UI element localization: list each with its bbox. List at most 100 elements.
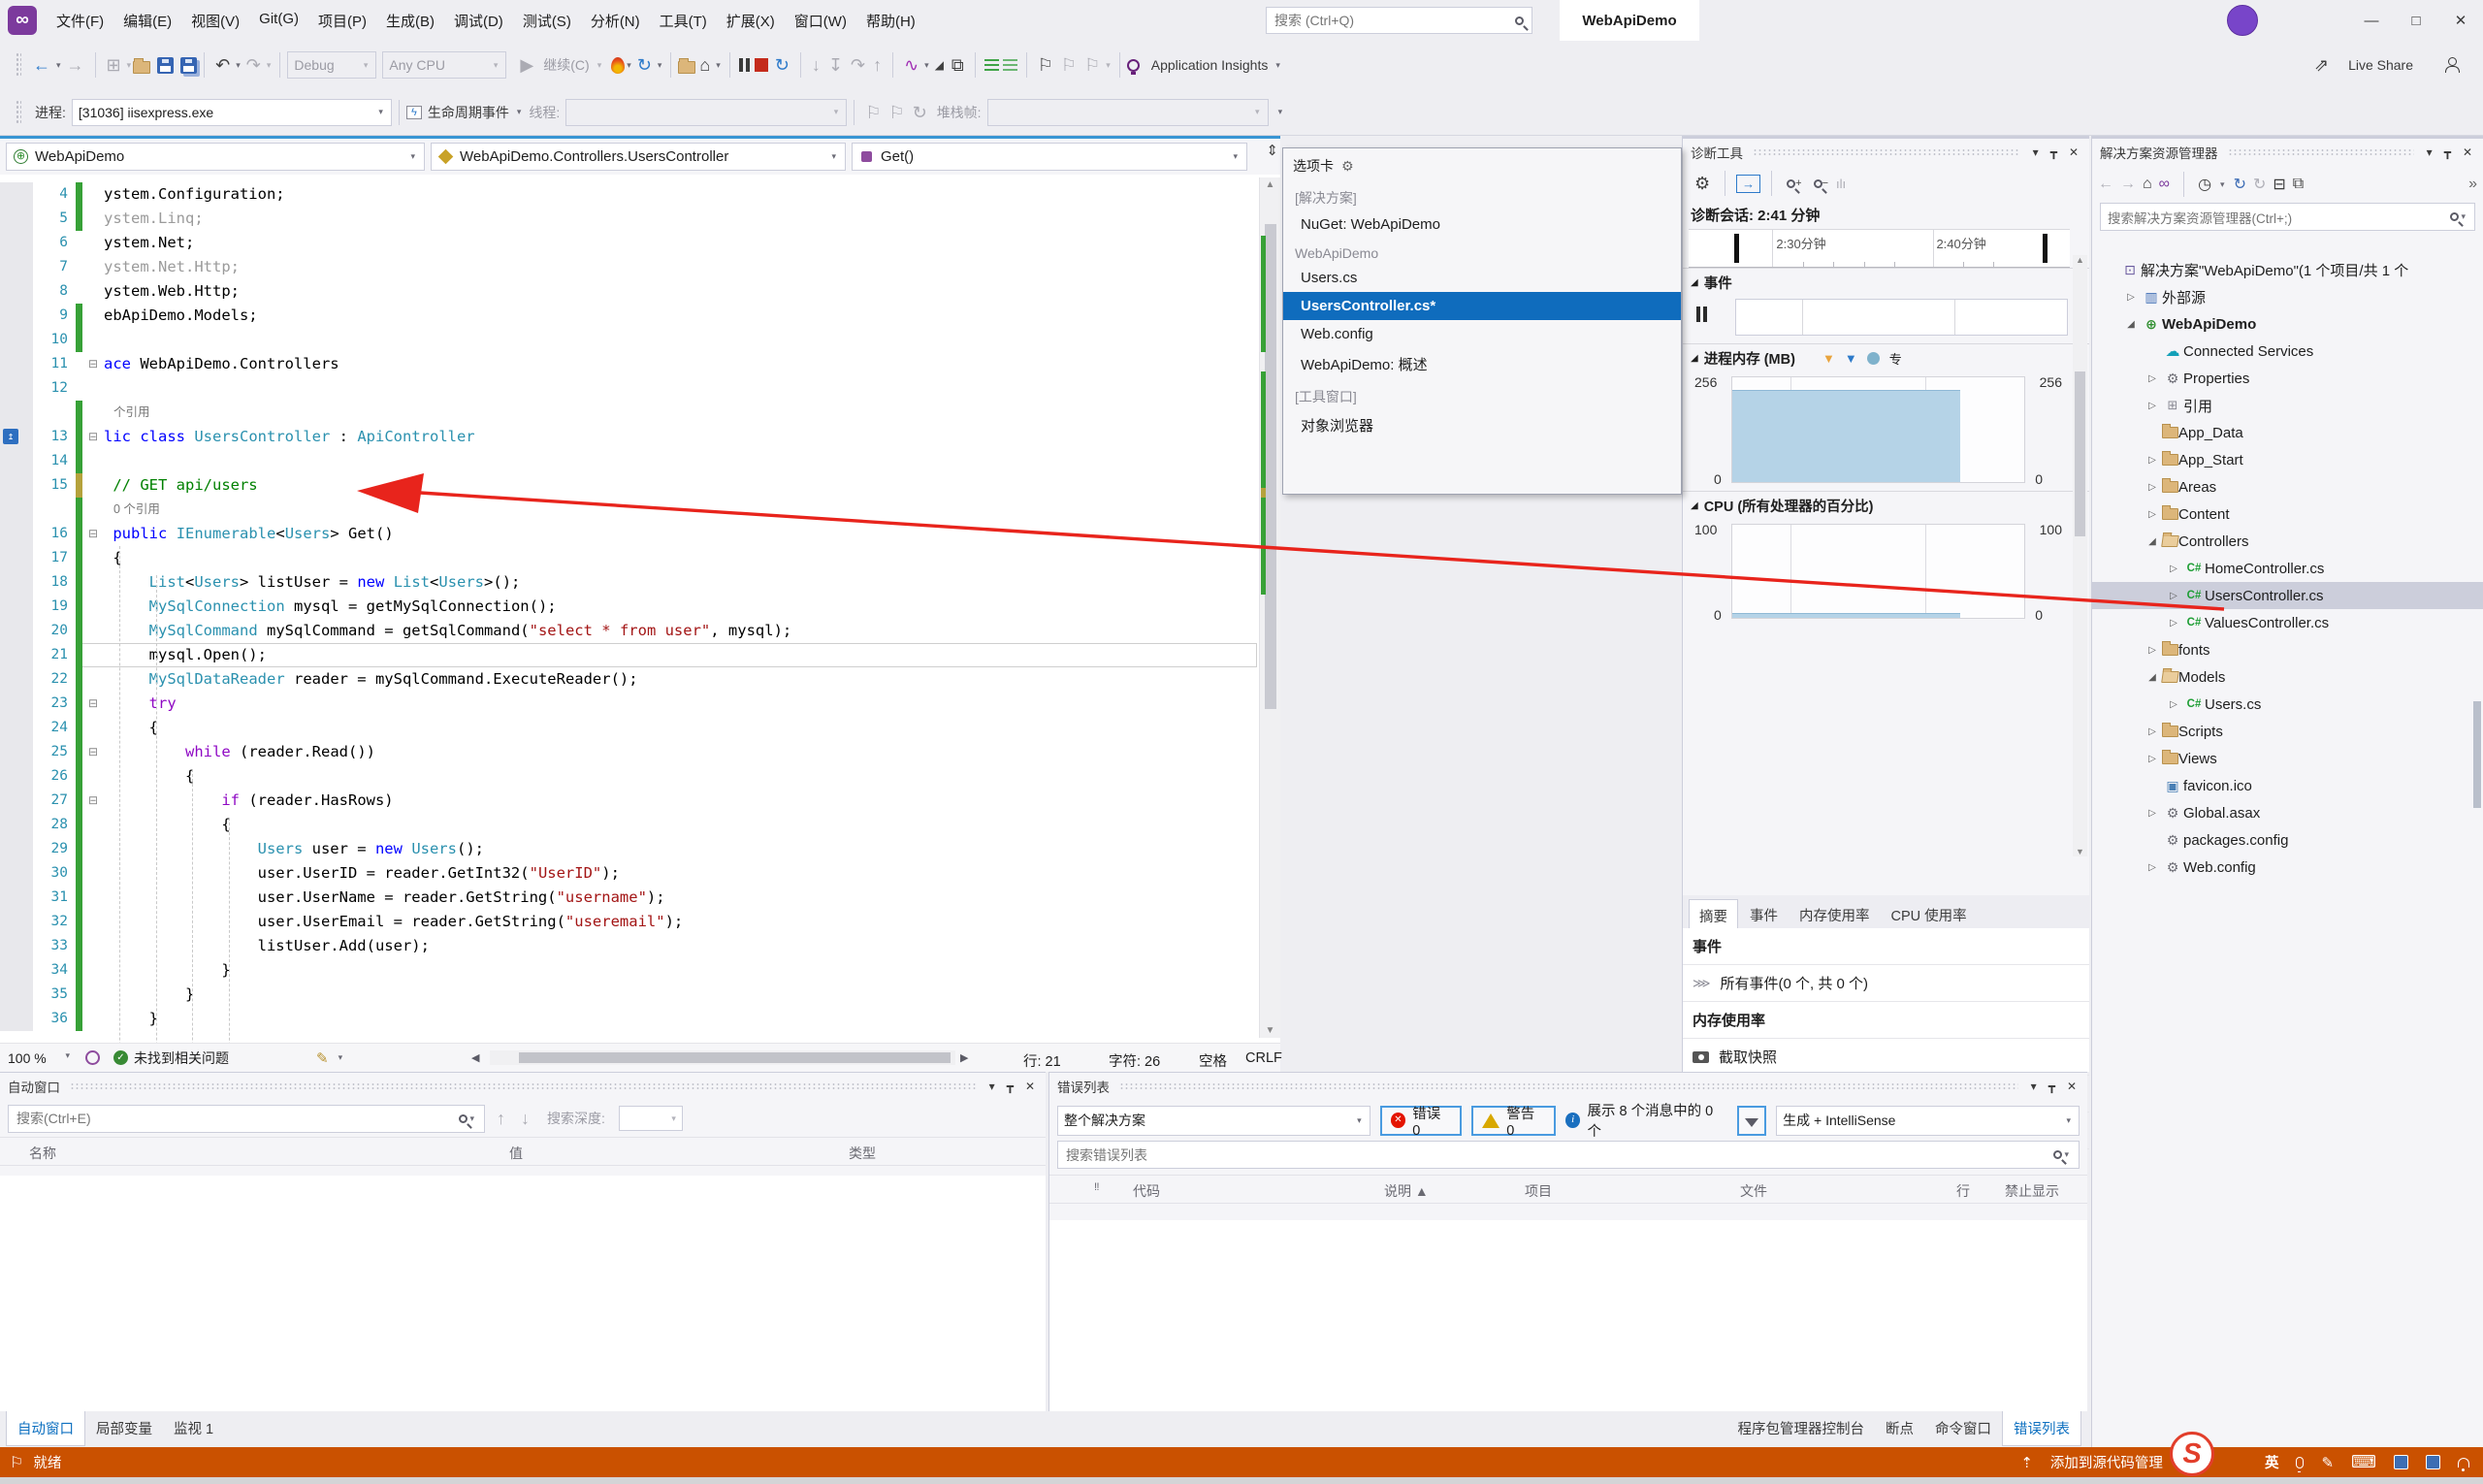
code-area[interactable]: 4ystem.Configuration;5ystem.Linq;6ystem.… [0,182,1257,1038]
tool-window-tab[interactable]: 错误列表 [2002,1411,2081,1446]
breakpoint-margin[interactable] [0,667,33,692]
tree-item[interactable]: ◢⊕WebApiDemo [2092,310,2483,338]
tray-app-icon[interactable] [2426,1455,2440,1469]
tray-app-icon[interactable] [2394,1455,2408,1469]
close-icon[interactable]: ✕ [2066,145,2081,159]
tree-item[interactable]: ▷Scripts [2092,718,2483,745]
tree-item[interactable]: ▷C#Users.cs [2092,691,2483,718]
step-over-button[interactable]: ↧ [824,53,847,77]
document-health-icon[interactable] [85,1050,100,1065]
prev-bookmark-icon[interactable]: ⚐ [1057,53,1080,77]
autos-search-input[interactable]: 搜索(Ctrl+E) ▾ [8,1105,485,1133]
line-content[interactable]: MySqlDataReader reader = mySqlCommand.Ex… [76,667,1257,692]
panel-drag-handle[interactable] [70,1082,977,1090]
expander-icon[interactable]: ▷ [2143,482,2162,493]
breakpoint-margin[interactable] [0,958,33,983]
breakpoint-margin[interactable] [0,740,33,764]
breakpoint-margin[interactable] [0,910,33,934]
line-content[interactable]: { [76,764,1257,789]
breakpoint-margin[interactable]: ↥ [0,425,33,449]
breakpoint-margin[interactable] [0,498,33,522]
warnings-toggle-button[interactable]: 警告 0 [1471,1106,1556,1136]
add-to-source-control[interactable]: 添加到源代码管理 [2050,1452,2163,1472]
fold-marker[interactable]: ⊟ [82,692,104,716]
line-content[interactable]: user.UserName = reader.GetString("userna… [76,886,1257,910]
pin-icon[interactable]: ┳ [1004,1080,1016,1093]
line-content[interactable]: 0 个引用 [76,498,1257,522]
breakpoint-margin[interactable] [0,328,33,352]
tool-window-tab[interactable]: 监视 1 [163,1411,224,1446]
expander-icon[interactable]: ▷ [2164,699,2183,710]
breakpoint-margin[interactable] [0,304,33,328]
search-icon[interactable] [459,1114,468,1123]
application-insights-icon[interactable] [1127,59,1140,72]
scrollbar-thumb[interactable] [1265,224,1276,709]
menu-item[interactable]: Git(G) [249,5,308,37]
popup-item[interactable]: UsersController.cs* [1283,292,1681,320]
expander-icon[interactable]: ▷ [2143,726,2162,737]
take-snapshot-link[interactable]: 截取快照 [1683,1039,2089,1076]
error-scope-dropdown[interactable]: 整个解决方案▾ [1057,1106,1370,1136]
close-button[interactable]: ✕ [2438,0,2483,41]
unflag-thread-icon[interactable]: ⚐ [885,101,908,124]
breakpoint-margin[interactable] [0,886,33,910]
step-up-button[interactable]: ↑ [869,53,886,77]
document-outline-icon[interactable]: ⧉ [948,53,968,77]
line-content[interactable]: } [76,1007,1257,1031]
solution-search-input[interactable]: 搜索解决方案资源管理器(Ctrl+;) ▾ [2100,203,2475,231]
zoom-dropdown[interactable]: 100 %▾ [0,1050,80,1066]
menu-item[interactable]: 帮助(H) [856,5,925,37]
line-content[interactable]: listUser.Add(user); [76,934,1257,958]
fold-marker[interactable]: ⊟ [82,352,104,376]
solution-configuration-dropdown[interactable]: Debug▾ [287,51,376,79]
tree-item[interactable]: ▣favicon.ico [2092,772,2483,799]
maximize-button[interactable]: □ [2394,0,2438,41]
line-content[interactable]: List<Users> listUser = new List<Users>()… [76,570,1257,595]
navigate-back-caret-icon[interactable]: ▾ [54,60,63,71]
code-cleanup-icon[interactable]: ✎ [316,1049,329,1067]
save-button[interactable] [157,57,174,74]
stack-frame-dropdown[interactable]: ▾ [987,99,1269,126]
breakpoint-margin[interactable] [0,716,33,740]
line-content[interactable]: Users user = new Users(); [76,837,1257,861]
window-menu-icon[interactable]: ▾ [2424,145,2435,159]
popup-item[interactable]: Web.config [1283,320,1681,348]
breakpoint-margin[interactable] [0,983,33,1007]
open-folder-button[interactable] [133,61,150,74]
window-menu-icon[interactable]: ▾ [986,1080,998,1093]
error-source-dropdown[interactable]: 生成 + IntelliSense▾ [1776,1106,2080,1136]
column-header[interactable]: 代码 [1133,1181,1160,1201]
scrollbar-thumb[interactable] [2473,701,2481,808]
panel-drag-handle[interactable] [1753,148,2020,156]
memory-chart[interactable]: 256 0 256 0 [1689,374,2070,487]
diagnostics-tab[interactable]: 事件 [1740,899,1788,932]
pin-icon[interactable]: ┳ [2441,145,2454,159]
expander-icon[interactable]: ◢ [2121,319,2141,330]
line-content[interactable]: { [76,716,1257,740]
expander-icon[interactable]: ◢ [2143,536,2162,547]
collapse-section-icon[interactable]: ◢ [1691,277,1698,288]
tree-item[interactable]: ▷fonts [2092,636,2483,663]
startup-window-icon[interactable]: ⌂ [695,53,714,77]
expander-icon[interactable]: ▷ [2164,564,2183,574]
restart-app-button[interactable]: ↻ [633,53,656,77]
account-person-icon[interactable] [2444,57,2458,73]
tool-window-tab[interactable]: 断点 [1875,1411,1924,1446]
tree-item[interactable]: ▷C#ValuesController.cs [2092,609,2483,636]
thread-dropdown[interactable]: ▾ [565,99,847,126]
home-icon[interactable]: ⌂ [2143,176,2152,193]
breakpoint-margin[interactable] [0,449,33,473]
ime-indicator[interactable]: 英 [2265,1452,2279,1472]
pause-events-icon[interactable] [1696,306,1707,322]
line-content[interactable] [76,376,1257,401]
expander-icon[interactable]: ▷ [2143,373,2162,384]
window-menu-icon[interactable]: ▾ [2030,145,2042,159]
redo-button[interactable]: ↷ [242,53,265,77]
forward-icon[interactable]: → [2120,176,2136,193]
selection-marker[interactable] [1734,234,1739,263]
lifecycle-events-icon[interactable]: ϟ [406,106,422,119]
flag-thread-icon[interactable]: ⚐ [861,101,885,124]
tree-item[interactable]: ▷C#HomeController.cs [2092,555,2483,582]
process-dropdown[interactable]: [31036] iisexpress.exe▾ [72,99,392,126]
scroll-left-icon[interactable]: ◀ [471,1051,479,1064]
